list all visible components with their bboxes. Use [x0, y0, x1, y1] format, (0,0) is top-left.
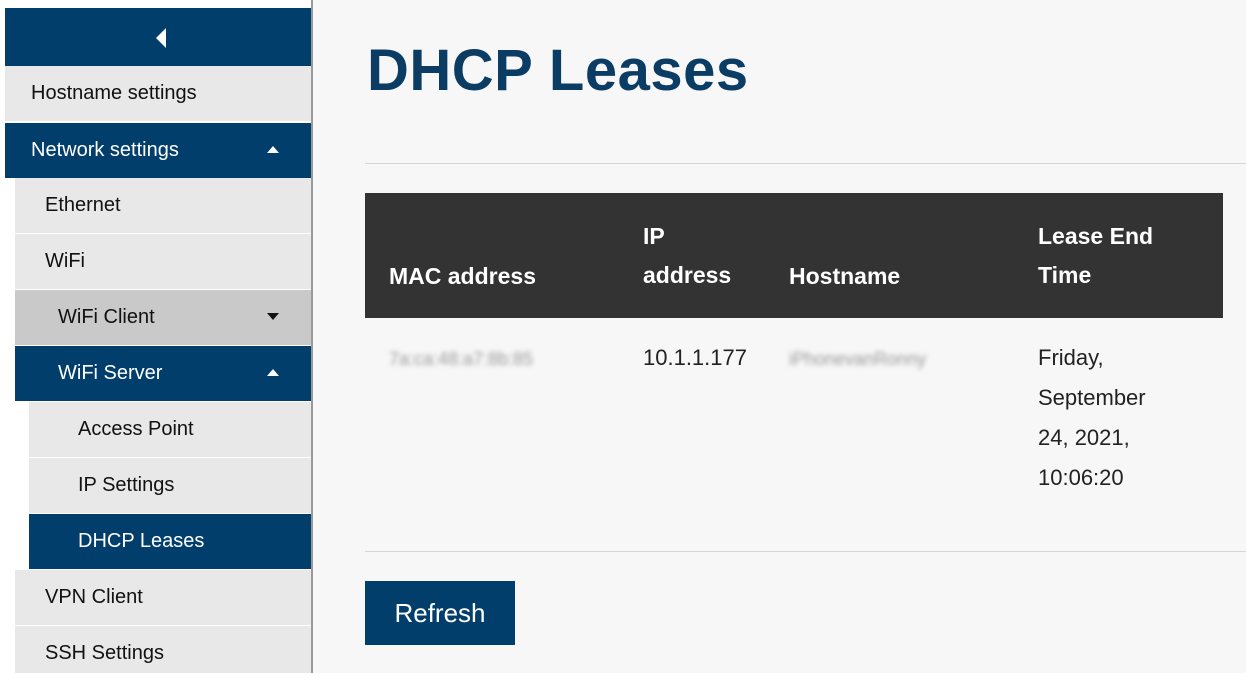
chevron-left-icon	[156, 28, 166, 48]
ip-value: 10.1.1.177	[643, 345, 747, 370]
column-header-ip: IP address	[619, 193, 765, 318]
cell-ip: 10.1.1.177	[619, 318, 765, 498]
refresh-button[interactable]: Refresh	[365, 581, 515, 645]
sidebar-item-hostname-settings[interactable]: Hostname settings	[5, 66, 311, 121]
sidebar-collapse-button[interactable]	[5, 8, 311, 66]
cell-lease-end: Friday, September 24, 2021, 10:06:20	[1014, 318, 1223, 498]
cell-mac: 7a:ca:48:a7:8b:85	[365, 318, 619, 498]
lease-end-line4: 10:06:20	[1038, 465, 1124, 490]
sidebar-item-vpn-client[interactable]: VPN Client	[15, 570, 311, 625]
sidebar-item-ip-settings[interactable]: IP Settings	[29, 458, 311, 513]
hostname-value: iPhonevanRonny	[789, 349, 927, 369]
mac-value: 7a:ca:48:a7:8b:85	[389, 349, 534, 369]
sidebar-item-ssh-settings[interactable]: SSH Settings	[15, 626, 311, 673]
table-row: 7a:ca:48:a7:8b:85 10.1.1.177 iPhonevanRo…	[365, 318, 1223, 498]
sidebar-item-label: WiFi Server	[58, 362, 163, 384]
dhcp-leases-table: MAC address IP address Hostname Lease En…	[365, 193, 1223, 498]
sidebar-item-label: DHCP Leases	[78, 530, 205, 552]
sidebar-item-wifi-server[interactable]: WiFi Server	[15, 346, 311, 401]
lease-end-line2: September	[1038, 385, 1146, 410]
sidebar-item-label: Network settings	[31, 139, 179, 161]
sidebar-item-label: Access Point	[78, 418, 194, 440]
sidebar-item-label: Ethernet	[45, 194, 121, 216]
divider	[365, 551, 1246, 552]
sidebar-item-label: VPN Client	[45, 586, 143, 608]
sidebar-item-network-settings[interactable]: Network settings	[5, 123, 311, 178]
page-title: DHCP Leases	[367, 38, 749, 103]
sidebar-item-access-point[interactable]: Access Point	[29, 402, 311, 457]
caret-up-icon	[267, 369, 279, 376]
column-header-lease-end-line1: Lease End	[1038, 222, 1154, 249]
sidebar-item-label: SSH Settings	[45, 642, 164, 664]
column-header-ip-line1: IP	[643, 222, 665, 249]
cell-hostname: iPhonevanRonny	[765, 318, 1014, 498]
lease-end-line1: Friday,	[1038, 345, 1104, 370]
sidebar-item-dhcp-leases[interactable]: DHCP Leases	[29, 514, 311, 569]
caret-down-icon	[267, 313, 279, 320]
sidebar-item-wifi[interactable]: WiFi	[15, 234, 311, 289]
sidebar-item-ethernet[interactable]: Ethernet	[15, 178, 311, 233]
caret-up-icon	[267, 146, 279, 153]
column-header-hostname: Hostname	[789, 263, 901, 289]
column-header-ip-line2: address	[643, 261, 732, 288]
column-header-mac: MAC address	[389, 263, 536, 289]
main-content: DHCP Leases MAC address IP address Hostn…	[313, 0, 1246, 673]
lease-end-line3: 24, 2021,	[1038, 425, 1130, 450]
sidebar-item-label: WiFi Client	[58, 306, 155, 328]
table-header-row: MAC address IP address Hostname Lease En…	[365, 193, 1223, 318]
column-header-lease-end: Lease End Time	[1014, 193, 1223, 318]
sidebar-item-label: Hostname settings	[31, 82, 197, 104]
sidebar-item-label: IP Settings	[78, 474, 175, 496]
sidebar-item-label: WiFi	[45, 250, 85, 272]
divider	[365, 163, 1246, 164]
sidebar-item-wifi-client[interactable]: WiFi Client	[15, 290, 311, 345]
sidebar: Hostname settings Network settings Ether…	[0, 0, 313, 673]
column-header-lease-end-line2: Time	[1038, 261, 1092, 288]
